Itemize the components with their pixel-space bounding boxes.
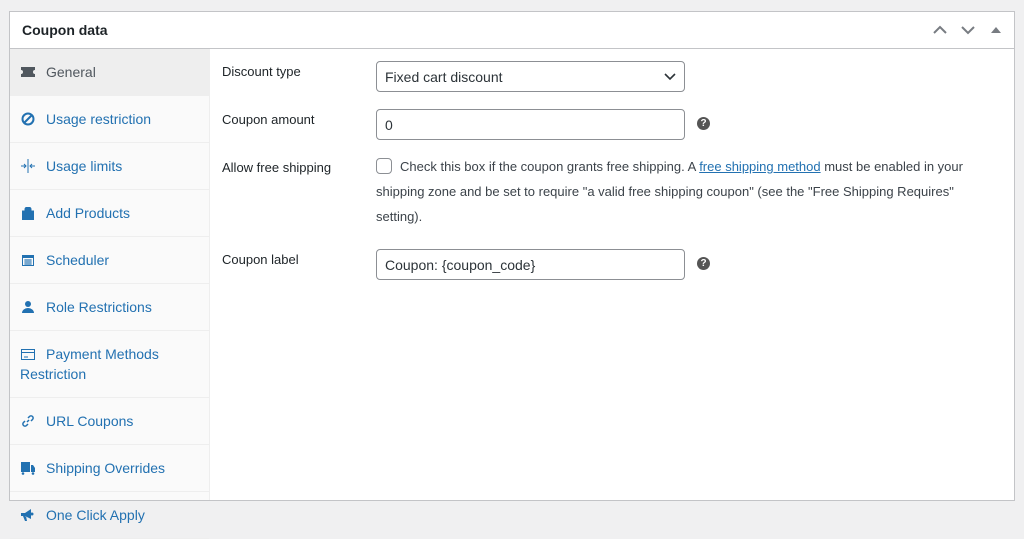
discount-type-select[interactable]: Fixed cart discount <box>376 61 685 92</box>
free-shipping-checkbox[interactable] <box>376 158 392 174</box>
tab-label: Usage limits <box>46 158 123 174</box>
free-shipping-method-link[interactable]: free shipping method <box>699 159 820 174</box>
user-icon <box>20 297 36 317</box>
limits-icon <box>20 156 36 176</box>
bag-icon <box>20 203 36 223</box>
tab-label: Usage restriction <box>46 111 152 127</box>
tab-label: URL Coupons <box>46 413 134 429</box>
tab-label: Role Restrictions <box>46 299 152 315</box>
help-icon[interactable]: ? <box>697 257 710 270</box>
tab-shipping-overrides[interactable]: Shipping Overrides <box>10 445 209 492</box>
help-icon[interactable]: ? <box>697 117 710 130</box>
block-icon <box>20 109 36 129</box>
sidebar: General Usage restriction Usage limits A… <box>10 49 210 539</box>
coupon-label-input[interactable] <box>376 249 685 280</box>
tab-label: One Click Apply <box>46 507 145 523</box>
card-icon <box>20 344 36 364</box>
ticket-icon <box>20 62 36 82</box>
tab-role-restrictions[interactable]: Role Restrictions <box>10 284 209 331</box>
move-up-button[interactable] <box>926 12 954 48</box>
general-panel: Discount type Fixed cart discount Coupon… <box>210 49 1014 500</box>
free-shipping-description: Check this box if the coupon grants free… <box>400 159 700 174</box>
tab-usage-limits[interactable]: Usage limits <box>10 143 209 190</box>
tab-add-products[interactable]: Add Products <box>10 190 209 237</box>
coupon-amount-input[interactable] <box>376 109 685 140</box>
tab-url-coupons[interactable]: URL Coupons <box>10 398 209 445</box>
chevron-down-icon <box>664 72 676 80</box>
move-down-button[interactable] <box>954 12 982 48</box>
tab-label: Scheduler <box>46 252 110 268</box>
coupon-amount-label: Coupon amount <box>222 112 315 127</box>
tab-label: Shipping Overrides <box>46 460 166 476</box>
tab-scheduler[interactable]: Scheduler <box>10 237 209 284</box>
free-shipping-label: Allow free shipping <box>222 160 332 175</box>
chevron-down-icon <box>961 26 975 35</box>
link-icon <box>20 411 36 431</box>
tab-general[interactable]: General <box>10 49 209 96</box>
chevron-up-icon <box>933 25 947 34</box>
panel-header: Coupon data <box>10 12 1014 49</box>
discount-type-label: Discount type <box>222 64 301 79</box>
tab-usage-restriction[interactable]: Usage restriction <box>10 96 209 143</box>
tab-label: Payment Methods Restriction <box>20 346 159 382</box>
coupon-label-label: Coupon label <box>222 252 299 267</box>
tab-label: General <box>46 64 96 80</box>
truck-icon <box>20 458 36 478</box>
megaphone-icon <box>20 505 36 525</box>
tab-one-click-apply[interactable]: One Click Apply <box>10 492 209 539</box>
tab-label: Add Products <box>46 205 131 221</box>
toggle-panel-button[interactable] <box>982 12 1010 48</box>
discount-type-value: Fixed cart discount <box>385 68 503 85</box>
panel-title: Coupon data <box>22 22 108 38</box>
calendar-icon <box>20 250 36 270</box>
tab-payment-methods-restriction[interactable]: Payment Methods Restriction <box>10 331 209 398</box>
triangle-up-icon <box>991 27 1001 33</box>
coupon-data-panel: Coupon data General Usage restriction Us… <box>9 11 1015 539</box>
